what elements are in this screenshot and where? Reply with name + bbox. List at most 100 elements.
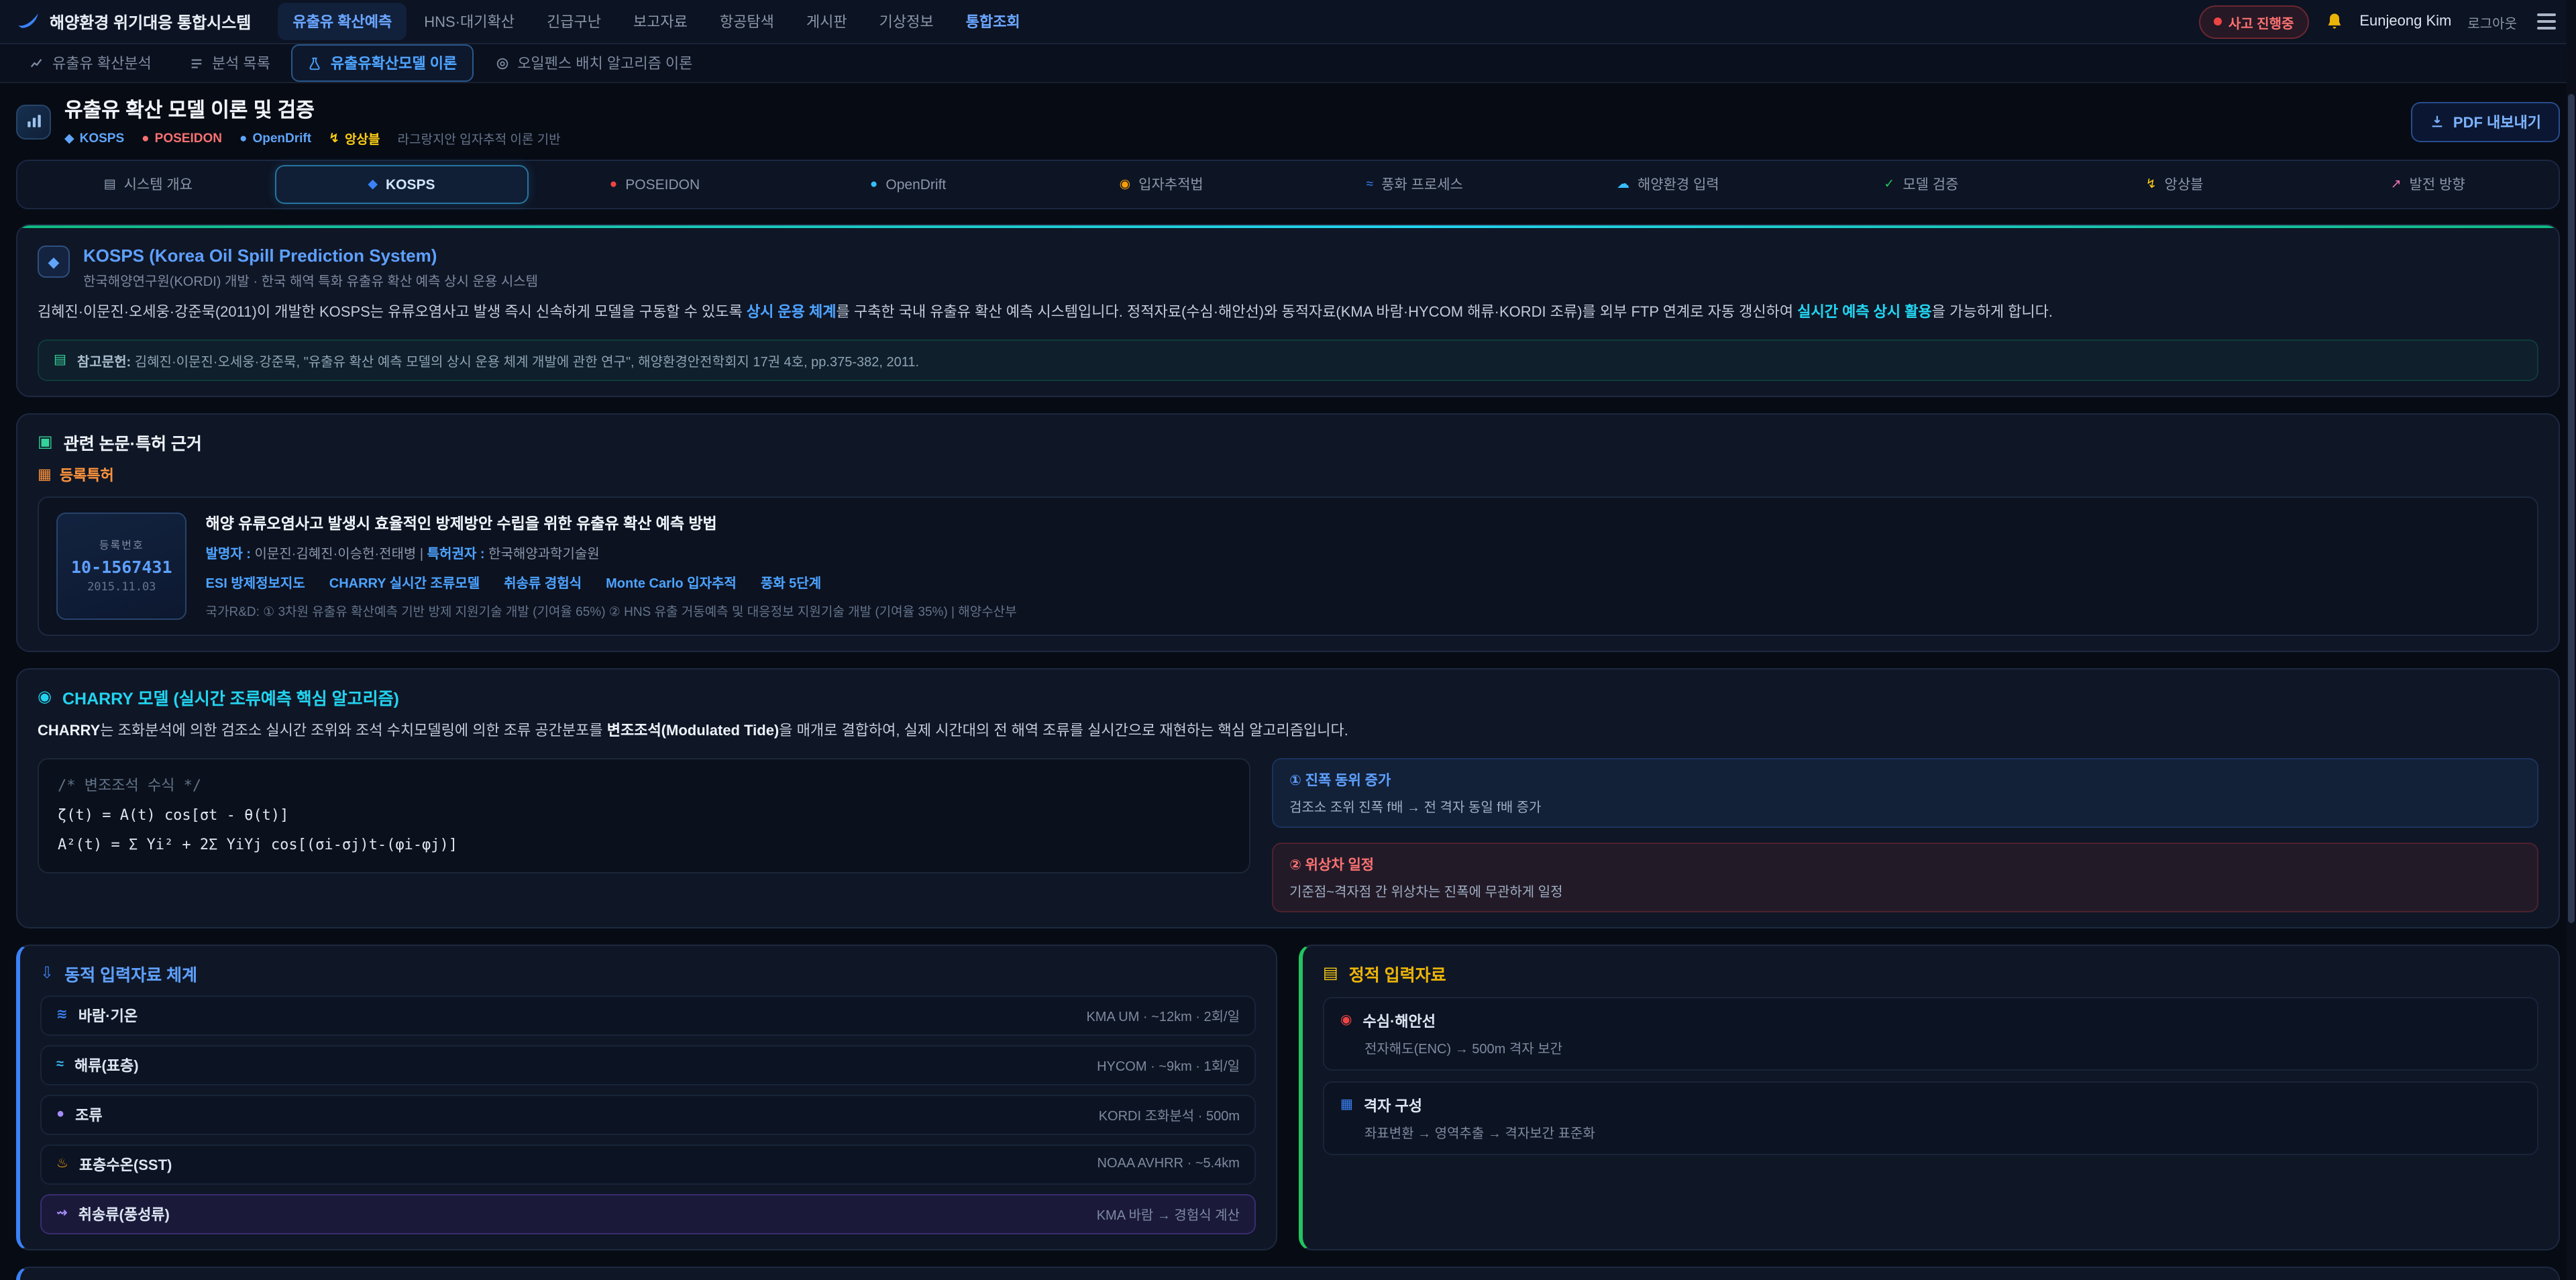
kosps-title: KOSPS (Korea Oil Spill Prediction System… (83, 246, 538, 266)
patent-date: 2015.11.03 (87, 581, 156, 594)
callout-amplitude: ① 진폭 동위 증가 검조소 조위 진폭 f배 → 전 격자 동일 f배 증가 (1272, 757, 2538, 827)
static-inputs-title: 정적 입력자료 (1349, 960, 1446, 985)
badge-opendrift: ●OpenDrift (239, 131, 311, 146)
dynamic-inputs-title: 동적 입력자료 체계 (64, 960, 197, 985)
wave-icon: ≈ (1366, 177, 1373, 192)
flask-icon (308, 56, 323, 70)
nav-item-board[interactable]: 게시판 (792, 3, 862, 40)
subnav-item-diffusion-analysis[interactable]: 유출유 확산분석 (13, 44, 168, 82)
patent-rnd-note: 국가R&D: ① 3차원 유출유 확산예측 기반 방제 지원기술 개발 (기여율… (206, 601, 2520, 620)
nav-item-oil-spill-forecast[interactable]: 유출유 확산예측 (278, 3, 407, 40)
diamond-icon: ◆ (38, 246, 70, 278)
input-row-sst: ♨표층수온(SST) NOAA AVHRR · ~5.4km (40, 1144, 1256, 1184)
scrollbar-track[interactable] (2567, 0, 2576, 1280)
inputs-row: ⇩ 동적 입력자료 체계 ≋바람·기온 KMA UM · ~12km · 2회/… (16, 944, 2560, 1250)
trend-chart-icon (30, 56, 44, 70)
dynamic-inputs-header: ⇩ 동적 입력자료 체계 (40, 960, 1256, 985)
patent-tag[interactable]: 풍화 5단계 (761, 572, 821, 592)
tab-weathering-process[interactable]: ≈풍화 프로세스 (1288, 165, 1542, 204)
reference-box: ▤ 참고문헌: 김혜진·이문진·오세웅·강준묵, "유출유 확산 예측 모델의 … (38, 339, 2538, 381)
target-icon (494, 56, 509, 70)
cloud-icon: ☁ (1617, 177, 1629, 192)
nav-item-reports[interactable]: 보고자료 (619, 3, 702, 40)
page-icon (16, 104, 51, 139)
subnav-item-model-theory[interactable]: 유출유확산모델 이론 (292, 44, 473, 82)
pin-icon: ◉ (1340, 1013, 1352, 1028)
badge-poseidon: ●POSEIDON (142, 131, 222, 146)
pdf-button-label: PDF 내보내기 (2453, 111, 2541, 132)
patent-section: ▣ 관련 논문·특허 근거 ▦ 등록특허 등록번호 10-1567431 201… (16, 413, 2560, 652)
nav-item-integrated-search[interactable]: 통합조회 (951, 3, 1035, 40)
nav-item-hns-atmospheric[interactable]: HNS·대기확산 (409, 3, 529, 40)
wave-icon: ≈ (56, 1057, 64, 1072)
nav-item-aerial-search[interactable]: 항공탐색 (705, 3, 789, 40)
scrollbar-thumb[interactable] (2568, 94, 2575, 923)
input-row-current: ≈해류(표층) HYCOM · ~9km · 1회/일 (40, 1045, 1256, 1085)
main-menu: 유출유 확산예측 HNS·대기확산 긴급구난 보고자료 항공탐색 게시판 기상정… (278, 3, 2188, 40)
pdf-export-button[interactable]: PDF 내보내기 (2412, 101, 2560, 142)
patent-number-box: 등록번호 10-1567431 2015.11.03 (56, 513, 187, 620)
rocket-icon: ↗ (2391, 177, 2402, 192)
tab-ensemble[interactable]: ↯앙상블 (2048, 165, 2302, 204)
subnav-item-oil-fence-theory[interactable]: 오일펜스 배치 알고리즘 이론 (478, 44, 708, 82)
patent-section-title: 관련 논문·특허 근거 (64, 429, 202, 455)
top-navbar: 해양환경 위기대응 통합시스템 유출유 확산예측 HNS·대기확산 긴급구난 보… (0, 0, 2576, 44)
wing-logo-icon (16, 9, 40, 34)
check-icon: ✓ (1884, 177, 1894, 192)
folder-icon: ▤ (1323, 963, 1338, 982)
incident-status-badge[interactable]: 사고 진행중 (2199, 5, 2309, 38)
modulated-tide-code-block: /* 변조조석 수식 */ ζ(t) = A(t) cos[σt - θ(t)]… (38, 757, 1250, 873)
menu-icon[interactable] (2533, 9, 2560, 34)
page-title: 유출유 확산 모델 이론 및 검증 (64, 95, 2398, 123)
dot-icon: ● (239, 131, 248, 146)
dynamic-inputs-section: ⇩ 동적 입력자료 체계 ≋바람·기온 KMA UM · ~12km · 2회/… (16, 944, 1277, 1250)
patent-tag[interactable]: ESI 방제정보지도 (206, 572, 305, 592)
subnav-label: 오일펜스 배치 알고리즘 이론 (517, 52, 692, 74)
logout-button[interactable]: 로그아웃 (2467, 11, 2517, 32)
tab-opendrift[interactable]: ●OpenDrift (782, 165, 1035, 204)
export-icon (2430, 114, 2445, 129)
bell-icon[interactable] (2324, 12, 2343, 31)
sub-navbar: 유출유 확산분석 분석 목록 유출유확산모델 이론 오일펜스 배치 알고리즘 이… (0, 44, 2576, 83)
lightning-icon: ↯ (2146, 177, 2157, 192)
nav-item-emergency-rescue[interactable]: 긴급구난 (532, 3, 616, 40)
callout-phase: ② 위상차 일정 기준점~격자점 간 위상차는 진폭에 무관하게 일정 (1272, 842, 2538, 912)
tab-system-overview[interactable]: ▤시스템 개요 (21, 165, 275, 204)
wdc-section: ↗ 취송류(Wind-Driven Current) 경험식 /* 취송류 유속… (16, 1266, 2560, 1280)
patent-section-header: ▣ 관련 논문·특허 근거 (38, 429, 2538, 455)
thermometer-icon: ♨ (56, 1157, 68, 1171)
grid-icon: ▤ (104, 177, 116, 192)
tab-kosps[interactable]: ◆KOSPS (275, 165, 529, 204)
tab-ocean-env-input[interactable]: ☁해양환경 입력 (1542, 165, 1795, 204)
subnav-item-analysis-list[interactable]: 분석 목록 (173, 44, 286, 82)
dot-icon: ● (142, 131, 150, 146)
page-header: 유출유 확산 모델 이론 및 검증 ◆KOSPS ●POSEIDON ●Open… (0, 83, 2576, 157)
nav-item-weather-info[interactable]: 기상정보 (865, 3, 949, 40)
patent-tag[interactable]: Monte Carlo 입자추적 (606, 572, 737, 592)
charry-section: ◉ CHARRY 모델 (실시간 조류예측 핵심 알고리즘) CHARRY는 조… (16, 668, 2560, 928)
dot-icon: ● (870, 177, 878, 192)
registered-patent-label: ▦ 등록특허 (38, 464, 2538, 486)
tab-particle-tracking[interactable]: ◉입자추적법 (1034, 165, 1288, 204)
tab-poseidon[interactable]: ●POSEIDON (528, 165, 782, 204)
kosps-description: 김혜진·이문진·오세웅·강준묵(2011)이 개발한 KOSPS는 유류오염사고… (38, 301, 2538, 327)
kosps-section: ◆ KOSPS (Korea Oil Spill Prediction Syst… (16, 224, 2560, 397)
static-inputs-section: ▤ 정적 입력자료 ◉수심·해안선 전자해도(ENC) → 500m 격자 보간… (1299, 944, 2560, 1250)
kosps-header: ◆ KOSPS (Korea Oil Spill Prediction Syst… (38, 246, 2538, 290)
brand[interactable]: 해양환경 위기대응 통합시스템 (16, 9, 251, 34)
input-row-wind-temp: ≋바람·기온 KMA UM · ~12km · 2회/일 (40, 995, 1256, 1035)
diamond-icon: ◆ (64, 131, 74, 146)
patent-tag[interactable]: 취송류 경험식 (504, 572, 582, 592)
charry-callouts: ① 진폭 동위 증가 검조소 조위 진폭 f배 → 전 격자 동일 f배 증가 … (1272, 757, 2538, 912)
charry-description: CHARRY는 조화분석에 의한 검조소 실시간 조위와 조석 수치모델링에 의… (38, 719, 2538, 746)
user-name[interactable]: Eunjeong Kim (2359, 13, 2451, 30)
clipboard-icon: ▦ (38, 466, 52, 484)
lightning-icon: ↯ (329, 131, 339, 146)
tab-roadmap[interactable]: ↗발전 방향 (2301, 165, 2555, 204)
bar-chart-icon (25, 113, 42, 130)
patent-number: 10-1567431 (71, 557, 172, 577)
page-badges: ◆KOSPS ●POSEIDON ●OpenDrift ↯앙상블 라그랑지안 입… (64, 129, 2398, 148)
formula-line: A²(t) = Σ Yi² + 2Σ YiYj cos[(σi-σj)t-(φi… (58, 830, 1230, 859)
patent-tag[interactable]: CHARRY 실시간 조류모델 (329, 572, 480, 592)
tab-model-validation[interactable]: ✓모델 검증 (1794, 165, 2048, 204)
